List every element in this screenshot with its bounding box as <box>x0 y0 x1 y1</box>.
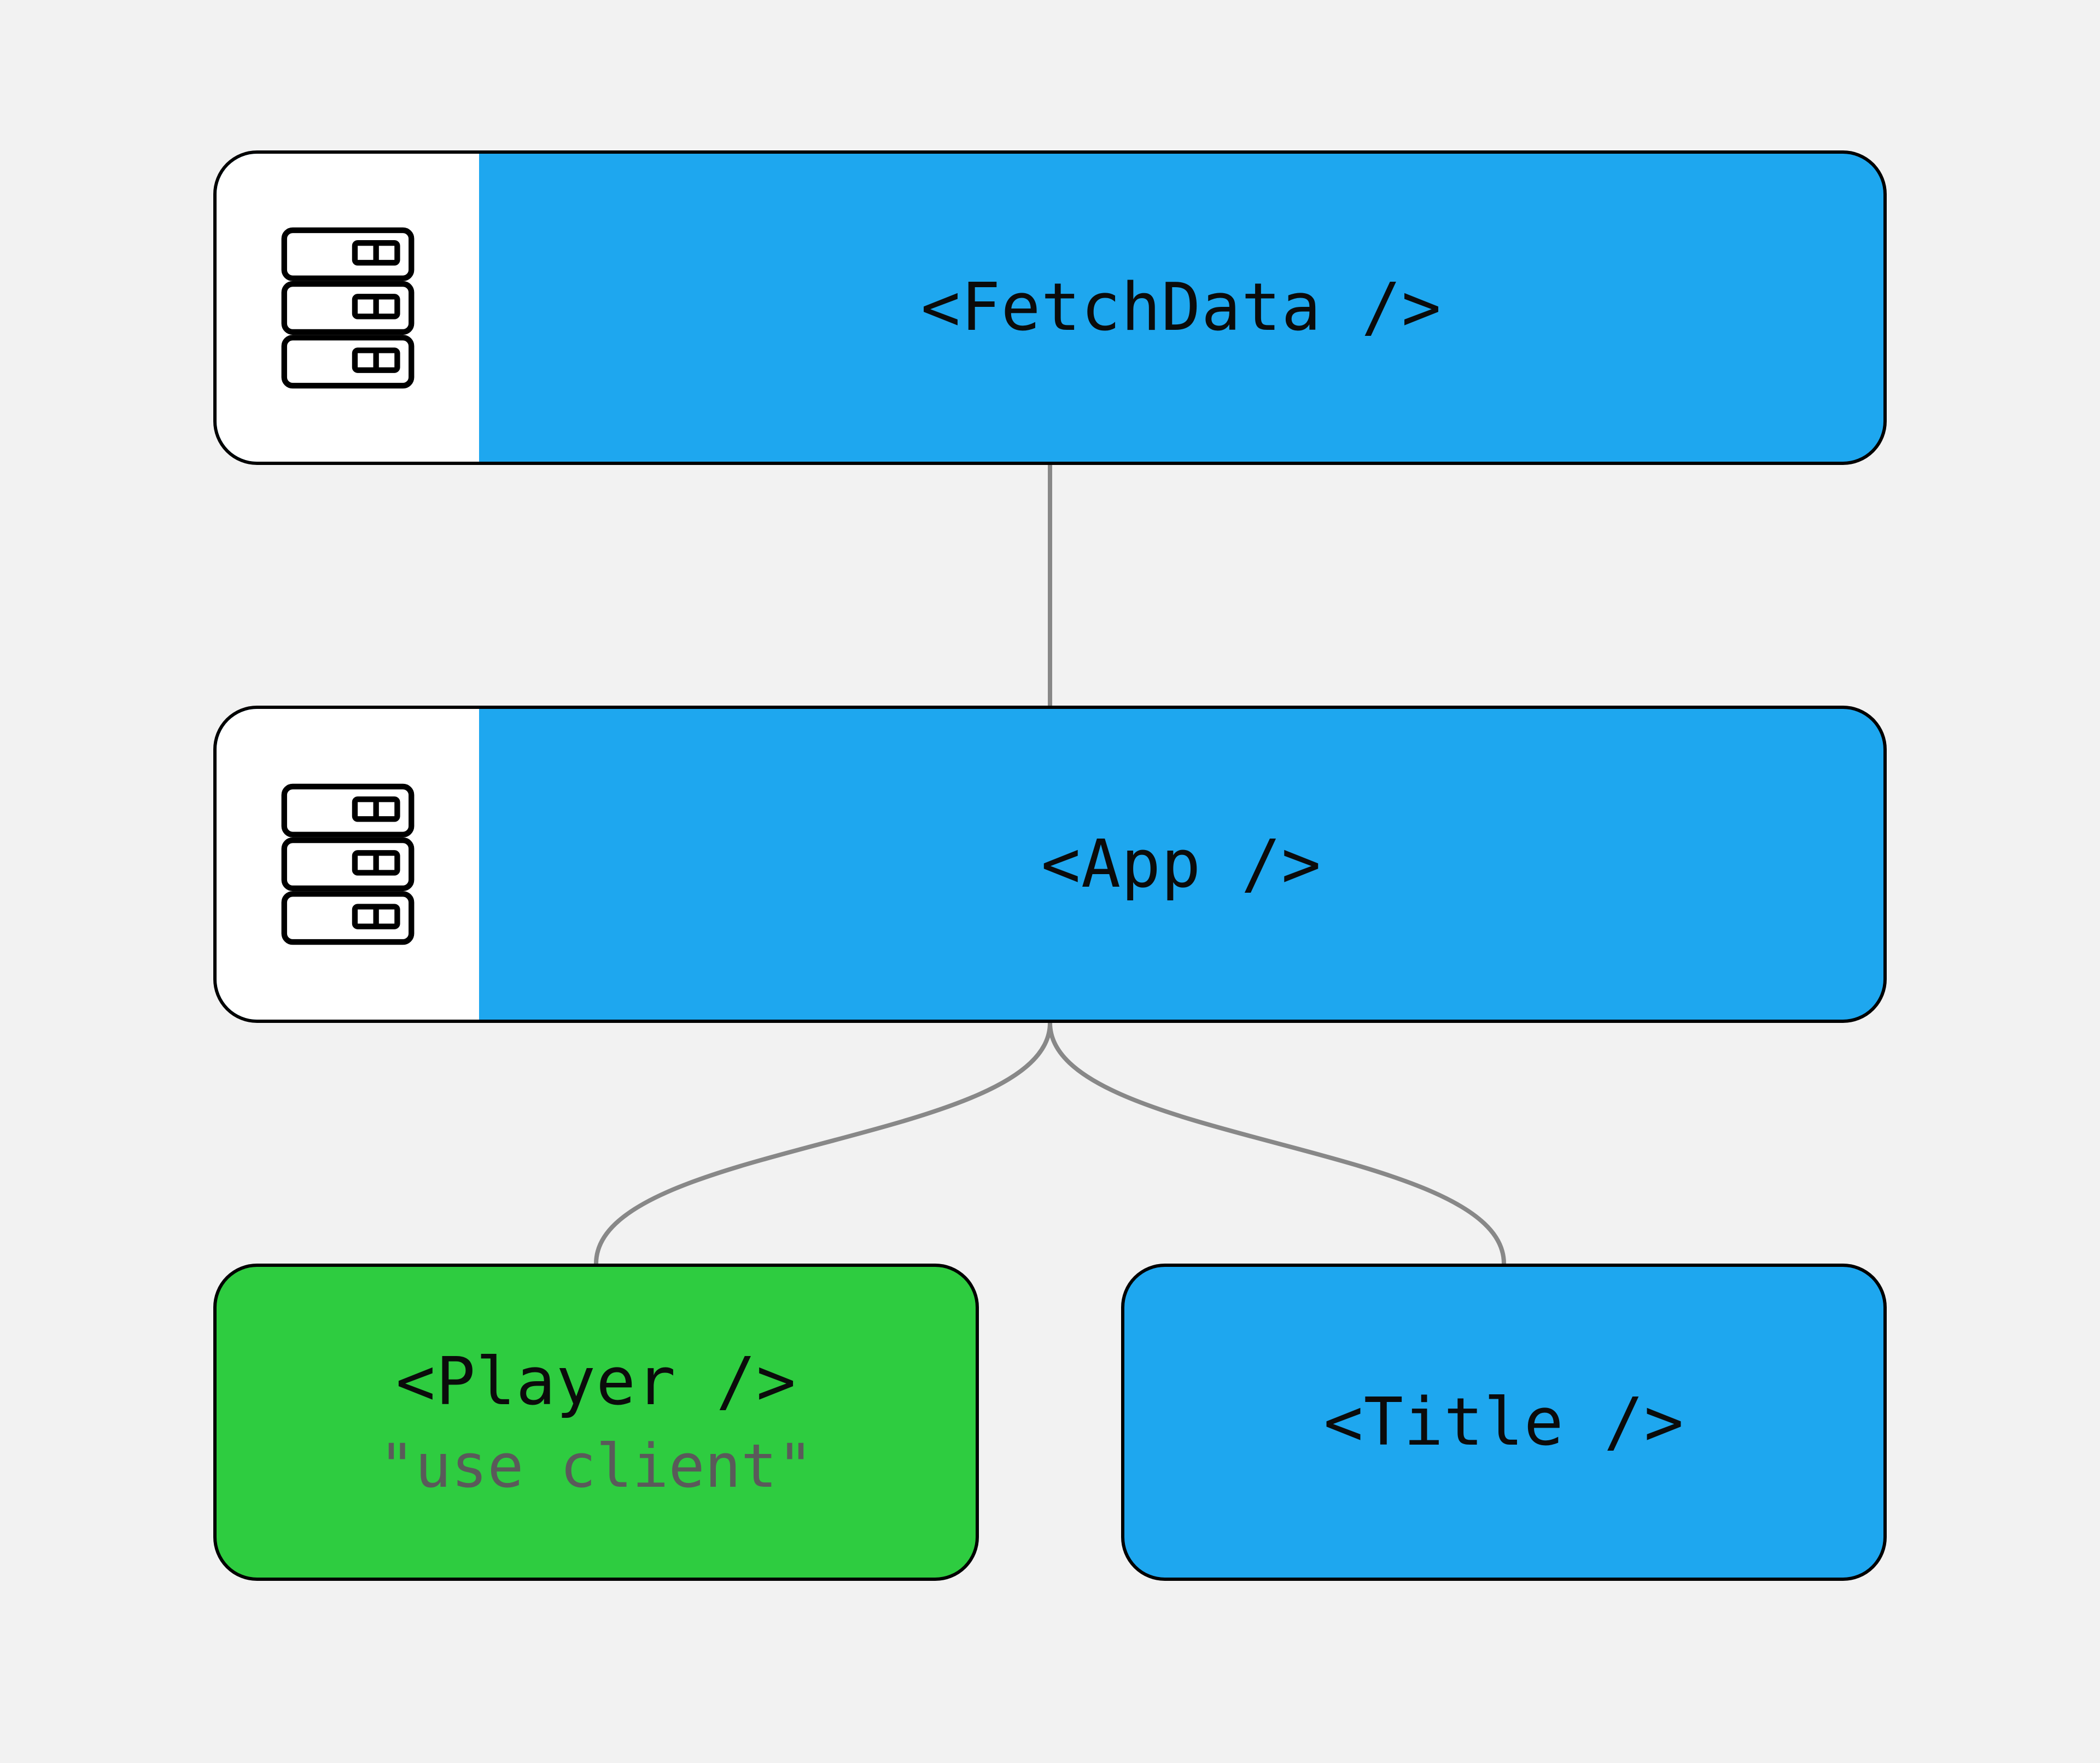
node-player-label: <Player /> <box>396 1344 796 1420</box>
node-app: <App /> <box>213 706 1887 1023</box>
diagram-stage: <FetchData /> <box>0 0 2100 1763</box>
server-icon <box>277 223 419 393</box>
node-app-label: <App /> <box>1041 827 1322 903</box>
server-icon-badge <box>217 154 479 462</box>
node-fetchdata-label: <FetchData /> <box>921 270 1442 346</box>
node-label-area: <App /> <box>479 709 1883 1020</box>
node-label-area: <FetchData /> <box>479 154 1883 462</box>
node-title: <Title /> <box>1121 1264 1887 1581</box>
node-fetchdata: <FetchData /> <box>213 150 1887 465</box>
server-icon-badge <box>217 709 479 1020</box>
server-icon <box>277 779 419 949</box>
node-title-label: <Title /> <box>1323 1384 1684 1461</box>
node-label-area: <Title /> <box>1124 1267 1883 1578</box>
node-player-directive: "use client" <box>379 1431 814 1501</box>
node-label-area: <Player /> "use client" <box>217 1267 976 1578</box>
node-player: <Player /> "use client" <box>213 1264 979 1581</box>
